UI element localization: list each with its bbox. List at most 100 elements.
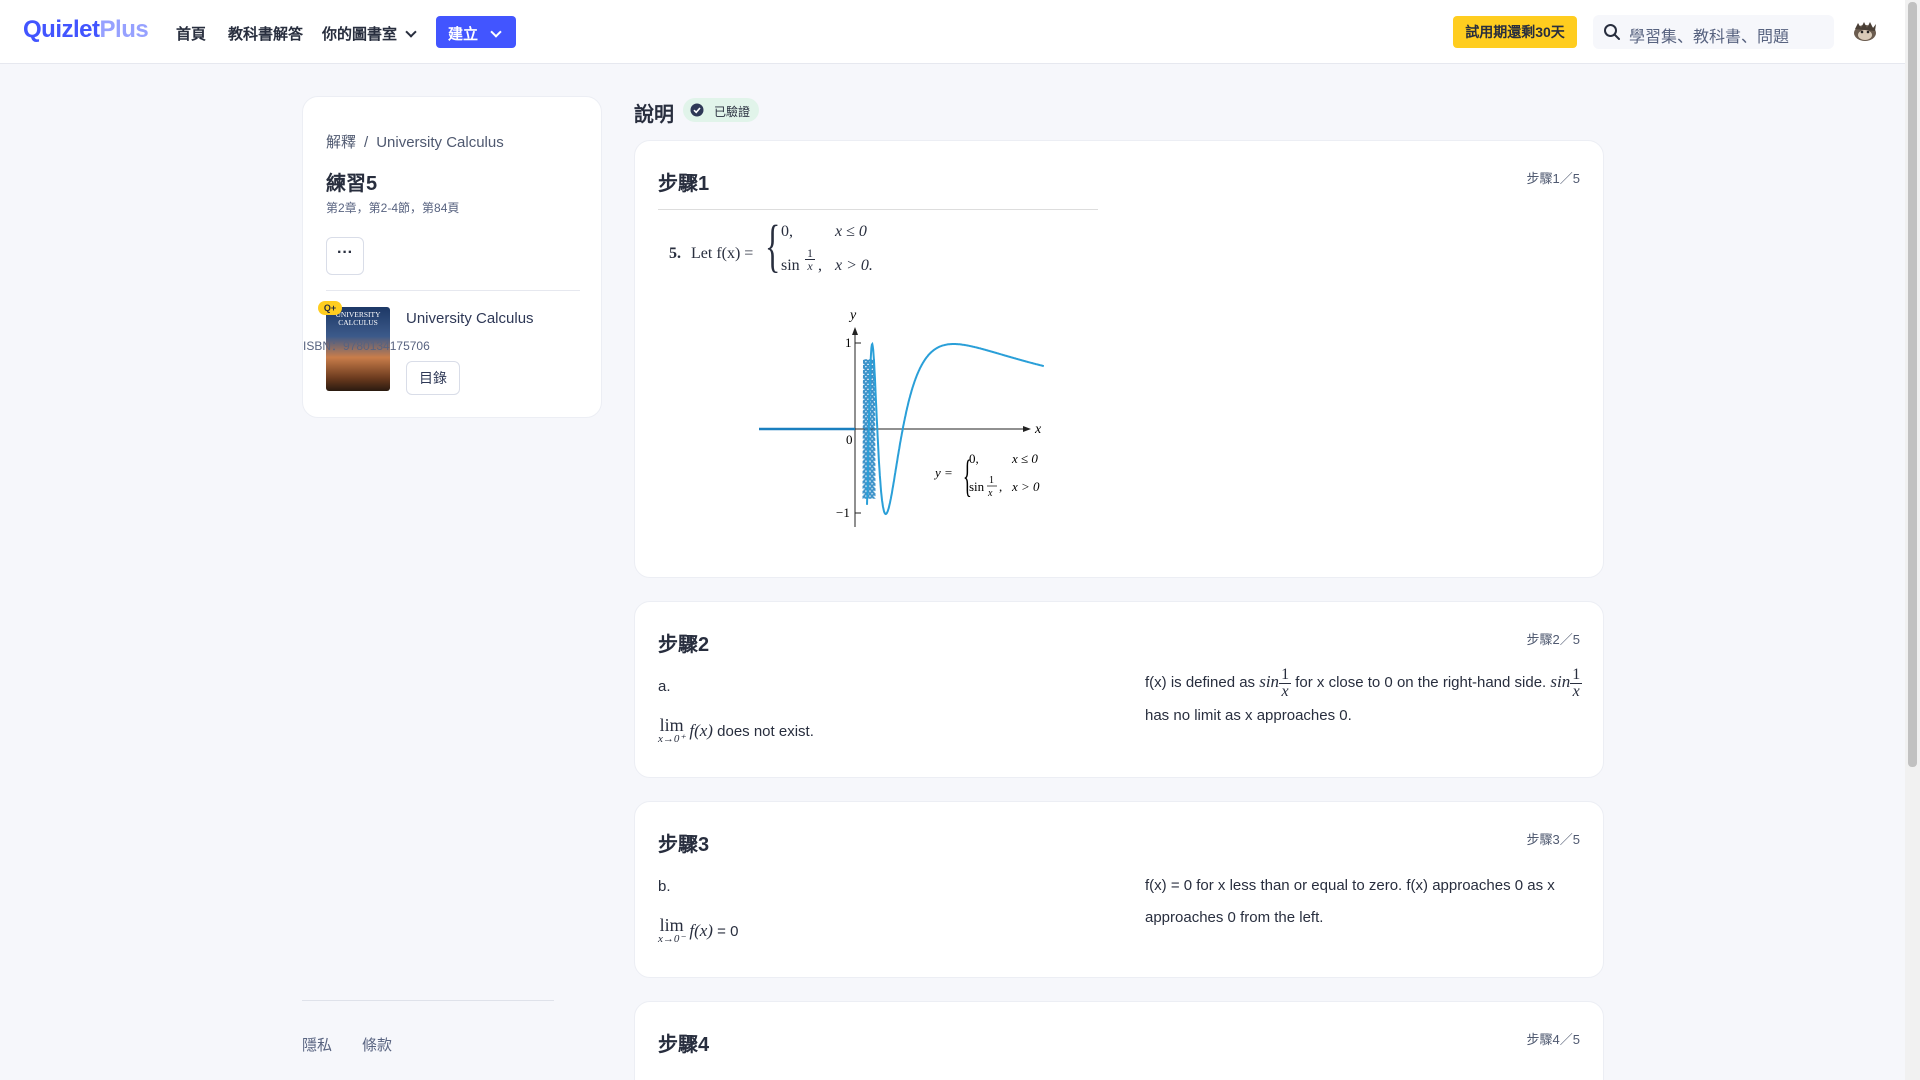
nav-textbook-solutions[interactable]: 教科書解答 [228, 23, 303, 44]
tick-1-label: 1 [845, 335, 852, 350]
case-2-value: sin [781, 257, 800, 274]
step-heading: 步驟3 [658, 834, 710, 856]
step-3-card: 步驟3 步驟3／5 b. lim x→0⁻ f(x) = 0 f(x) = 0 f… [634, 801, 1604, 978]
top-navigation-bar: QuizletPlus 首頁 教科書解答 你的圖書室 建立 試用期還剩30天 學… [0, 0, 1905, 64]
step-1-card: 步驟1 步驟1／5 5. Let f(x) = { 0, x ≤ 0 sin 1… [634, 140, 1604, 578]
trial-upgrade-button[interactable]: 試用期還剩30天 [1453, 16, 1577, 48]
explanation-text-3: has no limit as x approaches 0. [1145, 706, 1352, 724]
problem-statement: 5. Let f(x) = { 0, x ≤ 0 sin 1x , x > 0. [635, 211, 1135, 291]
scrollbar-thumb[interactable] [1908, 2, 1917, 767]
explanation-heading: 說明 [634, 104, 674, 126]
limit-operator: lim x→0⁺ [658, 716, 686, 746]
case-1-value: 0, [781, 223, 793, 240]
function-expression: f(x) [689, 720, 713, 740]
fraction-1-over-x: 1x [1279, 665, 1292, 700]
fraction-1-over-x: 1x [1570, 665, 1583, 700]
limit-result: does not exist. [717, 722, 814, 740]
y-axis-label: y [848, 308, 857, 323]
part-label: a. [658, 678, 671, 695]
breadcrumb-explanations[interactable]: 解釋 [326, 134, 356, 151]
legend-case-2-condition: x > 0 [1011, 479, 1040, 494]
legend-comma: , [999, 479, 1002, 494]
step-explanation: f(x) is defined as sin 1 x for x close to … [1145, 666, 1585, 732]
logo-plus-text: Plus [99, 16, 149, 43]
graph-legend: y = { 0, x ≤ 0 sin 1 x , x > 0 [933, 450, 1040, 501]
book-title[interactable]: University Calculus [406, 310, 534, 327]
create-button-label: 建立 [448, 26, 479, 43]
nav-your-library[interactable]: 你的圖書室 [322, 23, 417, 44]
step-counter: 步驟1／5 [1526, 171, 1580, 186]
limit-result: = 0 [717, 922, 739, 940]
tick-neg1-label: −1 [836, 505, 850, 520]
footer-privacy-link[interactable]: 隱私 [302, 1034, 332, 1055]
exercise-location: 第2章，第2-4節，第84頁 [326, 201, 460, 215]
sin-expr: sin [1550, 672, 1571, 691]
breadcrumb-book[interactable]: University Calculus [376, 134, 504, 151]
search-icon [1603, 23, 1621, 46]
divider [326, 290, 580, 291]
sin-expr: sin [1259, 672, 1280, 691]
more-options-button[interactable]: ··· [326, 237, 364, 275]
logo-text: Quizlet [23, 16, 100, 43]
step-heading: 步驟2 [658, 634, 710, 656]
lim-word: lim [659, 915, 684, 935]
legend-case-1: 0, [969, 451, 979, 466]
verified-check-icon [690, 103, 704, 120]
problem-text: Let f(x) = [691, 245, 754, 262]
verified-badge: 已驗證 [683, 98, 759, 122]
step-explanation: f(x) = 0 for x less than or equal to zer… [1145, 877, 1555, 926]
legend-case-2: sin [969, 479, 985, 494]
step-heading: 步驟4 [658, 1034, 710, 1056]
quizlet-logo[interactable]: QuizletPlus [23, 16, 149, 44]
breadcrumb-separator: / [364, 134, 369, 151]
lim-subscript: x→0⁺ [658, 733, 686, 745]
step-counter: 步驟4／5 [1526, 1032, 1580, 1047]
step-4-card: 步驟4 步驟4／5 [634, 1001, 1604, 1080]
legend-y: y = [933, 465, 953, 480]
step-2-card: 步驟2 步驟2／5 a. lim x→0⁺ f(x) does not exist… [634, 601, 1604, 778]
problem-number: 5. [669, 245, 681, 262]
search-input[interactable]: 學習集、教科書、問題 [1593, 15, 1834, 49]
quizlet-plus-badge: Q+ [318, 301, 342, 315]
case-1-condition: x ≤ 0 [835, 223, 867, 240]
case-2-condition: x > 0. [835, 257, 873, 274]
footer-divider [302, 1000, 554, 1001]
book-isbn: ISBN：9780134175706 [303, 339, 430, 353]
step-counter: 步驟3／5 [1526, 832, 1580, 847]
explanation-text-1: f(x) is defined as [1145, 674, 1256, 691]
image-top-edge [658, 209, 1098, 210]
function-graph: x y 1 0 −1 y = { 0, x ≤ 0 sin 1 x , x > … [759, 308, 1045, 527]
left-brace: { [765, 213, 781, 278]
nav-home[interactable]: 首頁 [176, 23, 206, 44]
lim-subscript: x→0⁻ [658, 933, 686, 945]
verified-label: 已驗證 [714, 105, 751, 119]
y-axis-arrow [852, 327, 858, 335]
x-axis-arrow [1023, 426, 1031, 432]
nav-your-library-label: 你的圖書室 [322, 26, 398, 43]
x-axis-label: x [1034, 422, 1042, 437]
chevron-down-icon [490, 26, 502, 38]
step-heading: 步驟1 [658, 173, 710, 195]
case-2-fraction: 1x [805, 246, 815, 273]
breadcrumb: 解釋 / University Calculus [326, 131, 504, 152]
step-counter: 步驟2／5 [1526, 632, 1580, 647]
chevron-down-icon [405, 26, 417, 38]
tick-0-label: 0 [846, 432, 853, 447]
legend-frac-den: x [987, 488, 993, 499]
legend-case-1-condition: x ≤ 0 [1011, 451, 1038, 466]
part-label: b. [658, 878, 671, 895]
limit-statement: lim x→0⁺ f(x) does not exist. [658, 716, 814, 746]
function-expression: f(x) [689, 920, 713, 940]
explanation-text-2: for x close to 0 on the right-hand side. [1295, 674, 1547, 691]
create-button[interactable]: 建立 [436, 16, 516, 48]
limit-statement: lim x→0⁻ f(x) = 0 [658, 915, 739, 946]
user-avatar[interactable] [1852, 20, 1878, 42]
table-of-contents-button[interactable]: 目錄 [406, 361, 460, 395]
exercise-info-card: 解釋 / University Calculus 練習5 第2章，第2-4節，第84… [302, 96, 602, 418]
case-2-comma: , [818, 257, 822, 274]
legend-frac-num: 1 [989, 475, 994, 486]
footer-terms-link[interactable]: 條款 [362, 1034, 392, 1055]
limit-operator: lim x→0⁻ [658, 915, 686, 946]
exercise-title: 練習5 [326, 173, 378, 195]
search-placeholder: 學習集、教科書、問題 [1629, 29, 1790, 46]
